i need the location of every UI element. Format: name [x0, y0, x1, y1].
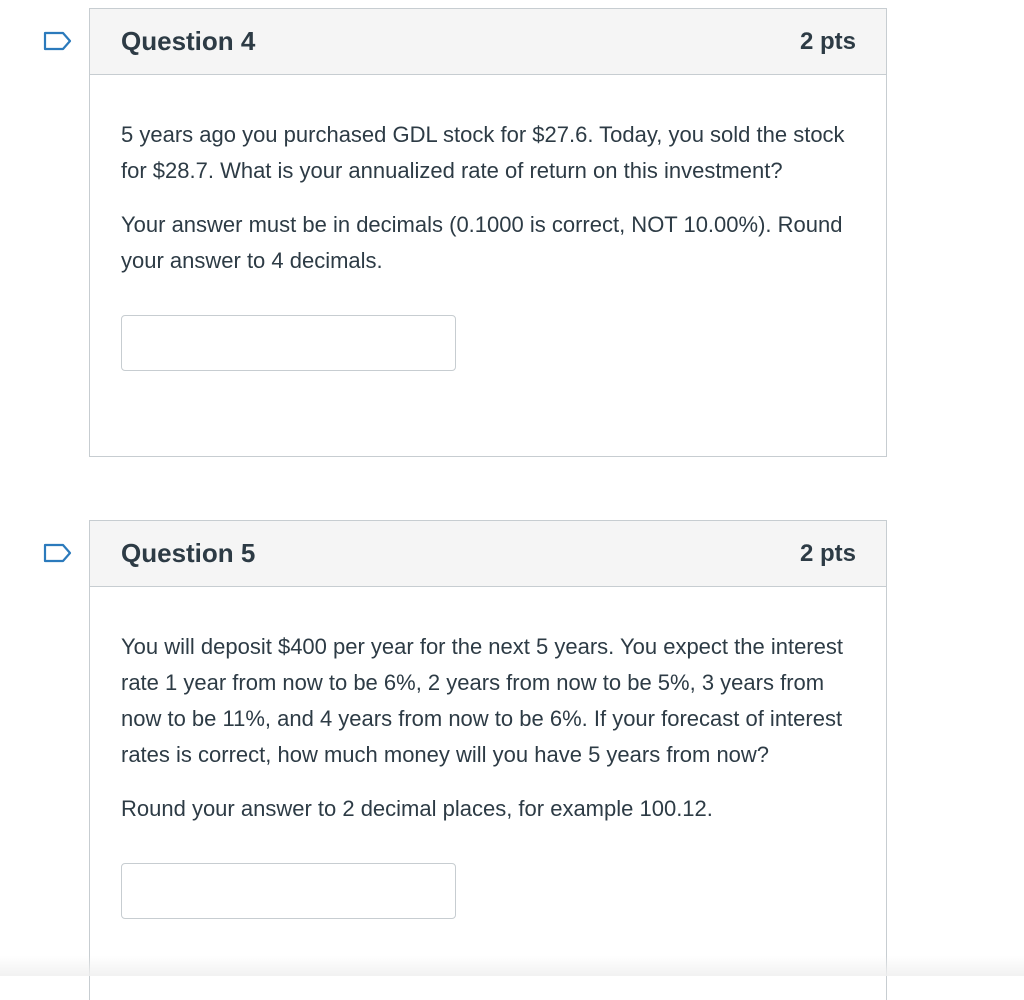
question-instructions: Your answer must be in decimals (0.1000 … — [121, 212, 843, 273]
flag-question-icon[interactable] — [43, 31, 73, 51]
question-header: Question 5 2 pts — [90, 521, 886, 587]
question-card: Question 5 2 pts You will deposit $400 p… — [89, 520, 887, 1000]
question-body: 5 years ago you purchased GDL stock for … — [90, 75, 886, 371]
answer-input[interactable] — [121, 863, 456, 919]
question-points: 2 pts — [799, 27, 856, 55]
question-body: You will deposit $400 per year for the n… — [90, 587, 886, 919]
question-title: Question 5 — [121, 538, 256, 568]
question-text: You will deposit $400 per year for the n… — [121, 634, 843, 767]
question-instructions: Round your answer to 2 decimal places, f… — [121, 796, 713, 821]
question-title: Question 4 — [121, 26, 256, 56]
answer-input[interactable] — [121, 315, 456, 371]
question-card: Question 4 2 pts 5 years ago you purchas… — [89, 8, 887, 457]
question-points: 2 pts — [799, 539, 856, 567]
question-header: Question 4 2 pts — [90, 9, 886, 75]
question-text: 5 years ago you purchased GDL stock for … — [121, 122, 845, 183]
flag-question-icon[interactable] — [43, 543, 73, 563]
